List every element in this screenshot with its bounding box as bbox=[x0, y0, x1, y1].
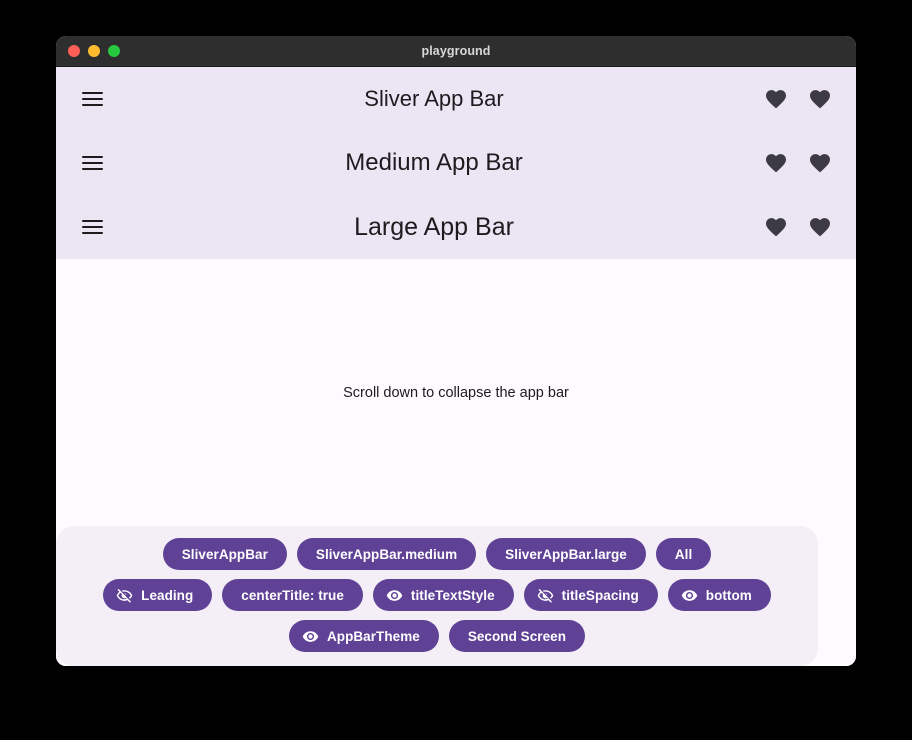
window-title: playground bbox=[421, 44, 491, 58]
chip-all[interactable]: All bbox=[655, 538, 712, 570]
favorite-icon bbox=[766, 154, 786, 173]
chip-leading[interactable]: Leading bbox=[103, 579, 213, 611]
control-panel-row-2: Leading centerTitle: true titleTextStyle bbox=[66, 579, 808, 611]
control-panel-row-3: AppBarTheme Second Screen bbox=[66, 620, 808, 652]
visibility-on-icon bbox=[386, 587, 403, 604]
chip-label: SliverAppBar.large bbox=[505, 546, 627, 562]
medium-app-bar-menu-button[interactable] bbox=[70, 141, 114, 185]
visibility-off-icon bbox=[537, 587, 554, 604]
minimize-window-button[interactable] bbox=[88, 45, 100, 57]
chip-bottom[interactable]: bottom bbox=[667, 579, 771, 611]
chip-label: centerTitle: true bbox=[241, 587, 344, 603]
favorite-icon bbox=[766, 90, 786, 109]
large-app-bar-menu-button[interactable] bbox=[70, 205, 114, 249]
chip-appbartheme[interactable]: AppBarTheme bbox=[288, 620, 439, 652]
favorite-icon bbox=[810, 154, 830, 173]
medium-app-bar-favorite-button-2[interactable] bbox=[798, 141, 842, 185]
chip-label: SliverAppBar.medium bbox=[315, 546, 458, 562]
sliver-app-bar-favorite-button-2[interactable] bbox=[798, 77, 842, 121]
sliver-app-bar-title-area: Sliver App Bar bbox=[114, 86, 754, 112]
chip-titlespacing[interactable]: titleSpacing bbox=[523, 579, 658, 611]
menu-icon bbox=[81, 219, 103, 235]
large-app-bar-title-area: Large App Bar bbox=[114, 213, 754, 242]
chip-label: Leading bbox=[141, 587, 194, 603]
chip-label: titleTextStyle bbox=[410, 587, 495, 603]
chip-label: Second Screen bbox=[467, 628, 567, 644]
control-panel-area: SliverAppBar SliverAppBar.medium SliverA… bbox=[56, 526, 856, 666]
chip-label: All bbox=[674, 546, 693, 562]
medium-app-bar: Medium App Bar bbox=[56, 131, 856, 195]
close-window-button[interactable] bbox=[68, 45, 80, 57]
sliver-app-bar-menu-button[interactable] bbox=[70, 77, 114, 121]
control-panel: SliverAppBar SliverAppBar.medium SliverA… bbox=[56, 526, 818, 666]
menu-icon bbox=[81, 91, 103, 107]
chip-label: titleSpacing bbox=[561, 587, 639, 603]
medium-app-bar-title: Medium App Bar bbox=[345, 149, 523, 176]
window-controls bbox=[56, 45, 120, 57]
sliver-app-bar: Sliver App Bar bbox=[56, 67, 856, 131]
medium-app-bar-actions bbox=[754, 141, 842, 185]
maximize-window-button[interactable] bbox=[108, 45, 120, 57]
menu-icon bbox=[81, 155, 103, 171]
sliver-app-bar-favorite-button-1[interactable] bbox=[754, 77, 798, 121]
favorite-icon bbox=[810, 90, 830, 109]
scroll-content[interactable]: Scroll down to collapse the app bar bbox=[56, 259, 856, 526]
large-app-bar: Large App Bar bbox=[56, 195, 856, 259]
chip-sliverappbar-large[interactable]: SliverAppBar.large bbox=[486, 538, 646, 570]
visibility-on-icon bbox=[302, 628, 319, 645]
chip-centertitle[interactable]: centerTitle: true bbox=[222, 579, 363, 611]
app-bar-stack: Sliver App Bar Medium App Bar Large App … bbox=[56, 67, 856, 259]
favorite-icon bbox=[766, 218, 786, 237]
sliver-app-bar-title: Sliver App Bar bbox=[364, 86, 504, 111]
medium-app-bar-favorite-button-1[interactable] bbox=[754, 141, 798, 185]
app-window: playground Sliver App Bar Medium App Bar… bbox=[56, 36, 856, 666]
chip-label: bottom bbox=[705, 587, 752, 603]
chip-titletextstyle[interactable]: titleTextStyle bbox=[372, 579, 514, 611]
chip-sliverappbar[interactable]: SliverAppBar bbox=[162, 538, 287, 570]
app-body: Sliver App Bar Medium App Bar Large App … bbox=[56, 67, 856, 666]
large-app-bar-favorite-button-1[interactable] bbox=[754, 205, 798, 249]
scroll-hint-text: Scroll down to collapse the app bar bbox=[343, 384, 569, 401]
chip-label: SliverAppBar bbox=[181, 546, 268, 562]
chip-second-screen[interactable]: Second Screen bbox=[448, 620, 586, 652]
large-app-bar-actions bbox=[754, 205, 842, 249]
chip-sliverappbar-medium[interactable]: SliverAppBar.medium bbox=[296, 538, 477, 570]
favorite-icon bbox=[810, 218, 830, 237]
window-titlebar: playground bbox=[56, 36, 856, 67]
large-app-bar-title: Large App Bar bbox=[354, 212, 514, 241]
visibility-off-icon bbox=[116, 587, 133, 604]
sliver-app-bar-actions bbox=[754, 77, 842, 121]
control-panel-row-1: SliverAppBar SliverAppBar.medium SliverA… bbox=[66, 538, 808, 570]
large-app-bar-favorite-button-2[interactable] bbox=[798, 205, 842, 249]
visibility-on-icon bbox=[681, 587, 698, 604]
chip-label: AppBarTheme bbox=[326, 628, 420, 644]
medium-app-bar-title-area: Medium App Bar bbox=[114, 149, 754, 177]
